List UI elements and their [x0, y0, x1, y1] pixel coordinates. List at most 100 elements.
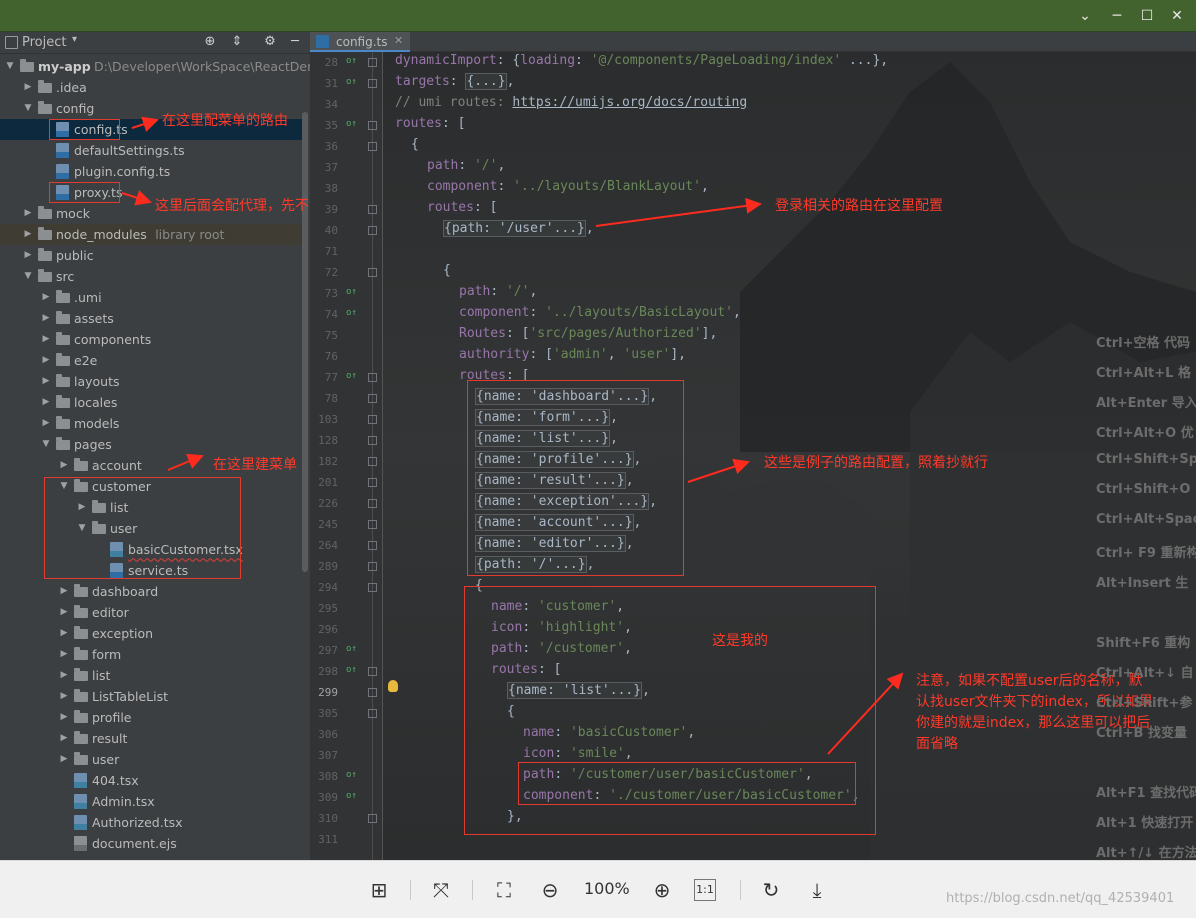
chevron-right-icon[interactable]: ▶: [40, 308, 52, 329]
vcs-change-icon[interactable]: o↑: [346, 119, 357, 129]
tree-item-plugin-config-ts[interactable]: plugin.config.ts: [0, 161, 302, 182]
tree-item-public[interactable]: ▶ public: [0, 245, 302, 266]
chevron-right-icon[interactable]: ▶: [58, 623, 70, 644]
fold-marker-icon[interactable]: [368, 142, 377, 151]
fold-marker-icon[interactable]: [368, 205, 377, 214]
fold-marker-icon[interactable]: [368, 373, 377, 382]
fold-marker-icon[interactable]: [368, 121, 377, 130]
chevron-right-icon[interactable]: ▶: [40, 287, 52, 308]
chevron-right-icon[interactable]: ▶: [58, 707, 70, 728]
project-title[interactable]: Project: [22, 35, 66, 50]
lightbulb-icon[interactable]: [388, 680, 398, 692]
fold-marker-icon[interactable]: [368, 667, 377, 676]
tree-item-result[interactable]: ▶ result: [0, 728, 302, 749]
fit-icon[interactable]: ⤧: [427, 876, 455, 904]
chevron-down-icon[interactable]: ⌄: [1074, 6, 1096, 26]
chevron-right-icon[interactable]: ▶: [22, 77, 34, 98]
fold-marker-icon[interactable]: [368, 562, 377, 571]
code-line[interactable]: {: [411, 137, 419, 152]
code-editor[interactable]: config.ts ✕ 28 o↑ 31 o↑ 34 35 o↑ 36 37 38 39 40 71 72…: [310, 32, 1196, 860]
code-line[interactable]: dynamicImport: {loading: '@/components/P…: [395, 53, 888, 68]
gear-icon[interactable]: ⚙: [262, 34, 278, 49]
vcs-change-icon[interactable]: o↑: [346, 770, 357, 780]
zoom-in-icon[interactable]: ⊕: [648, 876, 676, 904]
vcs-change-icon[interactable]: o↑: [346, 77, 357, 87]
chevron-right-icon[interactable]: ▶: [58, 665, 70, 686]
tree-item--idea[interactable]: ▶ .idea: [0, 77, 302, 98]
code-line[interactable]: authority: ['admin', 'user'],: [459, 347, 686, 362]
chevron-right-icon[interactable]: ▶: [58, 455, 70, 476]
collapse-icon[interactable]: ⇕: [229, 34, 245, 49]
fold-marker-icon[interactable]: [368, 457, 377, 466]
tab-config-ts[interactable]: config.ts ✕: [310, 32, 410, 52]
minimize-button[interactable]: ─: [1106, 6, 1128, 26]
close-tab-icon[interactable]: ✕: [394, 32, 403, 50]
tree-item-e2e[interactable]: ▶ e2e: [0, 350, 302, 371]
tree-item-layouts[interactable]: ▶ layouts: [0, 371, 302, 392]
chevron-right-icon[interactable]: ▶: [40, 350, 52, 371]
fold-marker-icon[interactable]: [368, 688, 377, 697]
chevron-right-icon[interactable]: ▶: [58, 644, 70, 665]
tree-item-src[interactable]: ▼ src: [0, 266, 302, 287]
tree-item-document-ejs[interactable]: document.ejs: [0, 833, 302, 854]
tree-item-user[interactable]: ▶ user: [0, 749, 302, 770]
zoom-out-icon[interactable]: ⊖: [536, 876, 564, 904]
chevron-right-icon[interactable]: ▶: [58, 602, 70, 623]
download-icon[interactable]: ⤓: [803, 876, 831, 904]
chevron-right-icon[interactable]: ▶: [58, 749, 70, 770]
vcs-change-icon[interactable]: o↑: [346, 287, 357, 297]
code-line[interactable]: routes: [: [395, 116, 465, 131]
tree-item-form[interactable]: ▶ form: [0, 644, 302, 665]
fold-marker-icon[interactable]: [368, 268, 377, 277]
chevron-down-icon[interactable]: ▼: [40, 434, 52, 455]
close-button[interactable]: ✕: [1166, 6, 1188, 26]
fold-marker-icon[interactable]: [368, 58, 377, 67]
code-line[interactable]: path: '/',: [427, 158, 505, 173]
tree-item-node-modules[interactable]: ▶ node_modules library root: [0, 224, 302, 245]
fold-marker-icon[interactable]: [368, 499, 377, 508]
chevron-right-icon[interactable]: ▶: [58, 728, 70, 749]
fold-marker-icon[interactable]: [368, 436, 377, 445]
vcs-change-icon[interactable]: o↑: [346, 644, 357, 654]
vcs-change-icon[interactable]: o↑: [346, 308, 357, 318]
target-icon[interactable]: ⊕: [202, 34, 218, 49]
tree-scrollbar[interactable]: [302, 112, 308, 572]
chevron-down-icon[interactable]: ▼: [22, 266, 34, 287]
maximize-button[interactable]: ☐: [1136, 6, 1158, 26]
rotate-icon[interactable]: ↻: [757, 876, 785, 904]
code-line[interactable]: Routes: ['src/pages/Authorized'],: [459, 326, 717, 341]
layout-icon[interactable]: ⊞: [365, 876, 393, 904]
tree-item-components[interactable]: ▶ components: [0, 329, 302, 350]
chevron-right-icon[interactable]: ▶: [40, 413, 52, 434]
tree-item-dashboard[interactable]: ▶ dashboard: [0, 581, 302, 602]
tree-item-locales[interactable]: ▶ locales: [0, 392, 302, 413]
fold-marker-icon[interactable]: [368, 709, 377, 718]
fold-marker-icon[interactable]: [368, 520, 377, 529]
fold-marker-icon[interactable]: [368, 541, 377, 550]
chevron-right-icon[interactable]: ▶: [22, 203, 34, 224]
tree-item-authorized-tsx[interactable]: Authorized.tsx: [0, 812, 302, 833]
tree-item-editor[interactable]: ▶ editor: [0, 602, 302, 623]
tree-item-pages[interactable]: ▼ pages: [0, 434, 302, 455]
tree-item-my-app[interactable]: ▼ my-app D:\Developer\WorkSpace\ReactDemo: [0, 56, 310, 77]
chevron-right-icon[interactable]: ▶: [58, 581, 70, 602]
tree-item-exception[interactable]: ▶ exception: [0, 623, 302, 644]
chevron-right-icon[interactable]: ▶: [58, 686, 70, 707]
code-line[interactable]: path: '/',: [459, 284, 537, 299]
code-line[interactable]: // umi routes: https://umijs.org/docs/ro…: [395, 95, 747, 110]
fold-marker-icon[interactable]: [368, 814, 377, 823]
chevron-right-icon[interactable]: ▶: [40, 329, 52, 350]
chevron-right-icon[interactable]: ▶: [40, 392, 52, 413]
actual-size-icon[interactable]: 1:1: [694, 879, 716, 901]
code-line[interactable]: {path: '/user'...},: [443, 220, 594, 237]
tree-item-defaultsettings-ts[interactable]: defaultSettings.ts: [0, 140, 302, 161]
vcs-change-icon[interactable]: o↑: [346, 665, 357, 675]
chevron-down-icon[interactable]: ▾: [72, 34, 77, 45]
code-line[interactable]: targets: {...},: [395, 73, 514, 90]
tree-item-models[interactable]: ▶ models: [0, 413, 302, 434]
tree-item-listtablelist[interactable]: ▶ ListTableList: [0, 686, 302, 707]
tree-item-profile[interactable]: ▶ profile: [0, 707, 302, 728]
chevron-right-icon[interactable]: ▶: [22, 224, 34, 245]
fold-marker-icon[interactable]: [368, 583, 377, 592]
hide-icon[interactable]: ─: [287, 34, 303, 49]
